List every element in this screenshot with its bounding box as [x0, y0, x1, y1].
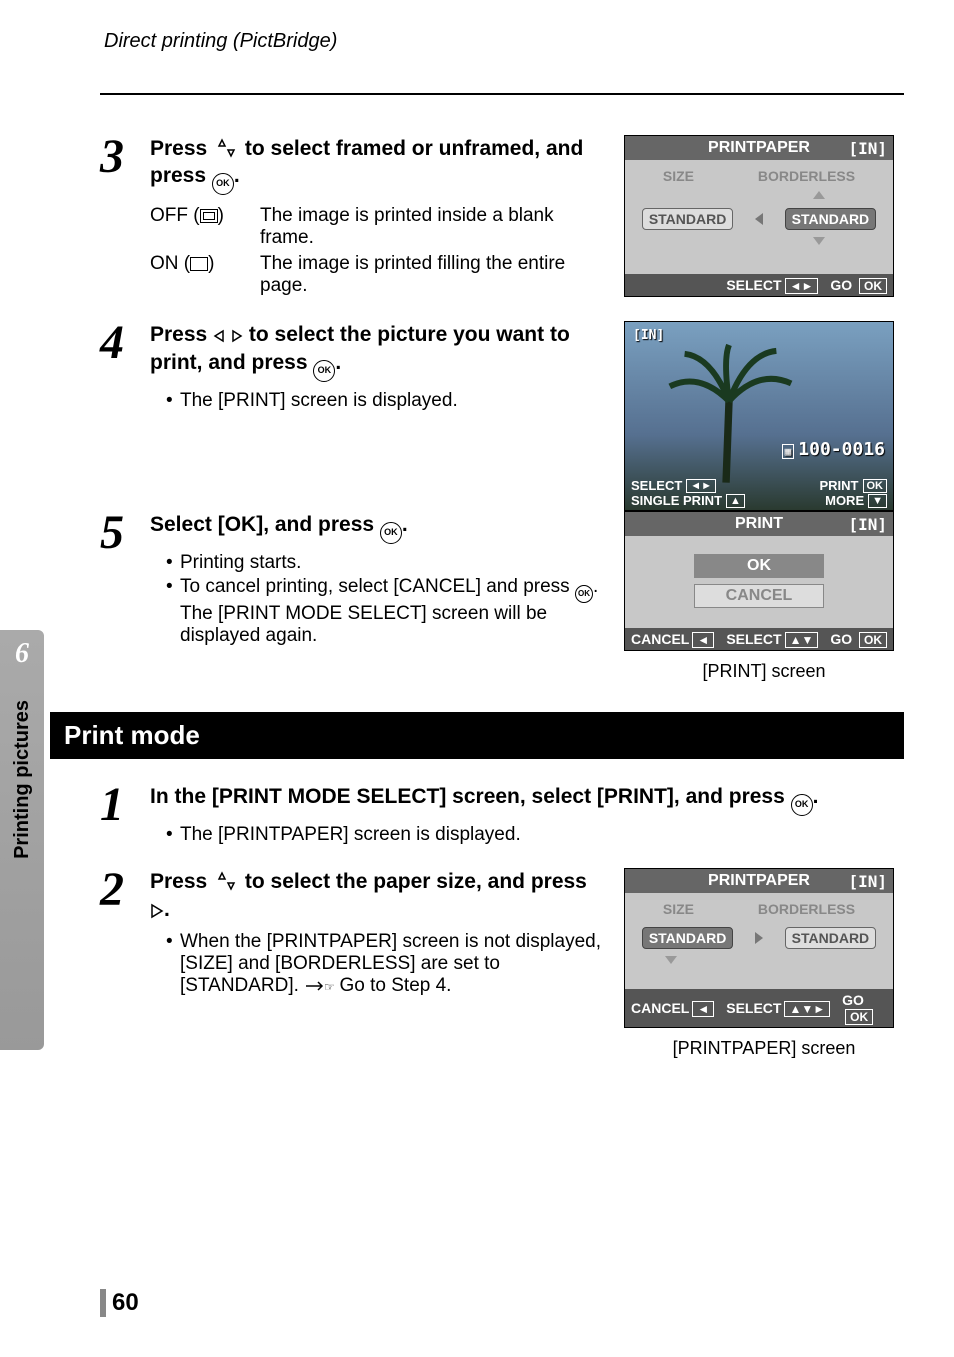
- printpaper-caption: [PRINTPAPER] screen: [624, 1038, 904, 1059]
- borderless-value: STANDARD: [785, 208, 877, 230]
- step5-bullet-2: To cancel printing, select [CANCEL] and …: [166, 576, 604, 647]
- sec2-step1-heading: In the [PRINT MODE SELECT] screen, selec…: [150, 783, 904, 816]
- foot-cancel: CANCEL◄: [631, 631, 714, 647]
- foot-select: SELECT▲▼: [726, 631, 818, 647]
- unframed-icon: [190, 257, 208, 271]
- size-header: SIZE: [663, 168, 694, 184]
- borderless-header: BORDERLESS: [758, 901, 855, 917]
- step-number: 2: [100, 868, 150, 911]
- printpaper-screen-2: PRINTPAPER [IN] SIZE BORDERLESS STANDARD S…: [624, 868, 894, 1028]
- arrow-left-icon: [755, 213, 763, 225]
- print-caption: [PRINT] screen: [624, 661, 904, 682]
- step-5: 5 Select [OK], and press OK. Printing st…: [100, 511, 604, 649]
- print-screen: PRINT [IN] OK CANCEL CANCEL◄ SELECT▲▼ GO …: [624, 511, 894, 651]
- sec2-step1-bullet: The [PRINTPAPER] screen is displayed.: [166, 824, 904, 846]
- section-title: Print mode: [50, 712, 904, 759]
- framed-icon: [200, 209, 218, 223]
- foot-print: PRINTOK: [759, 478, 887, 493]
- ok-icon: OK: [212, 173, 234, 195]
- foot-go: GO OK: [842, 992, 887, 1024]
- arrow-up-icon: [813, 191, 825, 199]
- foot-go: GO OK: [830, 277, 887, 293]
- foot-go: GO OK: [830, 631, 887, 647]
- step-number: 5: [100, 511, 150, 554]
- photo-preview-screen: [IN] ▦100-0016 SELECT◄► PRINTOK SINGLE P…: [624, 321, 894, 511]
- reference-icon: ☞: [304, 978, 334, 994]
- chapter-number: 6: [0, 638, 44, 670]
- sec2-step2-heading: Press to select the paper size, and pres…: [150, 868, 604, 923]
- arrow-down-icon: [665, 956, 677, 964]
- foot-more: MORE▼: [759, 493, 887, 508]
- step-4: 4 Press to select the picture you want t…: [100, 321, 604, 413]
- running-header: Direct printing (PictBridge): [104, 30, 904, 53]
- borderless-header: BORDERLESS: [758, 168, 855, 184]
- arrow-right-icon: [755, 932, 763, 944]
- ok-icon: OK: [575, 585, 593, 603]
- page: 6 Printing pictures Direct printing (Pic…: [0, 0, 954, 1357]
- foot-cancel: CANCEL◄: [631, 1000, 714, 1016]
- file-number: ▦100-0016: [782, 439, 885, 460]
- content: 3 Press to select framed or unframed, an…: [100, 135, 904, 1059]
- foot-select: SELECT◄►: [631, 478, 759, 493]
- step5-bullet-1: Printing starts.: [166, 552, 604, 574]
- step3-heading: Press to select framed or unframed, and …: [150, 135, 604, 195]
- right-arrow-icon: [150, 903, 164, 919]
- sec2-step-1: 1 In the [PRINT MODE SELECT] screen, sel…: [100, 783, 904, 848]
- step4-heading: Press to select the picture you want to …: [150, 321, 604, 381]
- foot-select: SELECT◄►: [726, 277, 818, 293]
- borderless-value: STANDARD: [785, 927, 877, 949]
- step-3: 3 Press to select framed or unframed, an…: [100, 135, 604, 301]
- in-tag: [IN]: [848, 515, 887, 534]
- step-number: 4: [100, 321, 150, 364]
- ok-option: OK: [694, 554, 824, 578]
- in-tag: [IN]: [848, 139, 887, 158]
- chapter-label: Printing pictures: [11, 700, 34, 859]
- ok-icon: OK: [791, 794, 813, 816]
- printpaper-screen-1: PRINTPAPER [IN] SIZE BORDERLESS STANDARD S…: [624, 135, 894, 297]
- in-tag: [IN]: [848, 872, 887, 891]
- left-right-arrow-icon: [213, 328, 243, 344]
- screen-title: PRINT: [735, 515, 783, 533]
- screen-title: PRINTPAPER: [708, 139, 810, 157]
- foot-single: SINGLE PRINT▲: [631, 493, 759, 508]
- header-rule: [100, 93, 904, 95]
- palm-tree-icon: [655, 342, 803, 490]
- ok-icon: OK: [380, 522, 402, 544]
- size-value: STANDARD: [642, 208, 734, 230]
- in-tag: [IN]: [633, 328, 664, 343]
- up-down-arrow-icon: [213, 138, 239, 158]
- foot-select: SELECT▲▼►: [726, 1000, 830, 1016]
- ok-icon: OK: [313, 360, 335, 382]
- arrow-down-icon: [813, 237, 825, 245]
- step4-bullet: The [PRINT] screen is displayed.: [166, 390, 604, 412]
- up-down-arrow-icon: [213, 871, 239, 891]
- step5-heading: Select [OK], and press OK.: [150, 511, 604, 544]
- sec2-step-2: 2 Press to select the paper size, and pr…: [100, 868, 604, 999]
- cancel-option: CANCEL: [694, 584, 824, 608]
- side-tab: 6 Printing pictures: [0, 630, 44, 1050]
- size-header: SIZE: [663, 901, 694, 917]
- def-off: OFF () The image is printed inside a bla…: [150, 205, 604, 249]
- def-on: ON () The image is printed filling the e…: [150, 253, 604, 297]
- page-number: 60: [100, 1289, 139, 1317]
- screen-title: PRINTPAPER: [708, 872, 810, 890]
- sec2-step2-bullet: When the [PRINTPAPER] screen is not disp…: [166, 931, 604, 997]
- step-number: 3: [100, 135, 150, 178]
- size-value: STANDARD: [642, 927, 734, 949]
- step-number: 1: [100, 783, 150, 826]
